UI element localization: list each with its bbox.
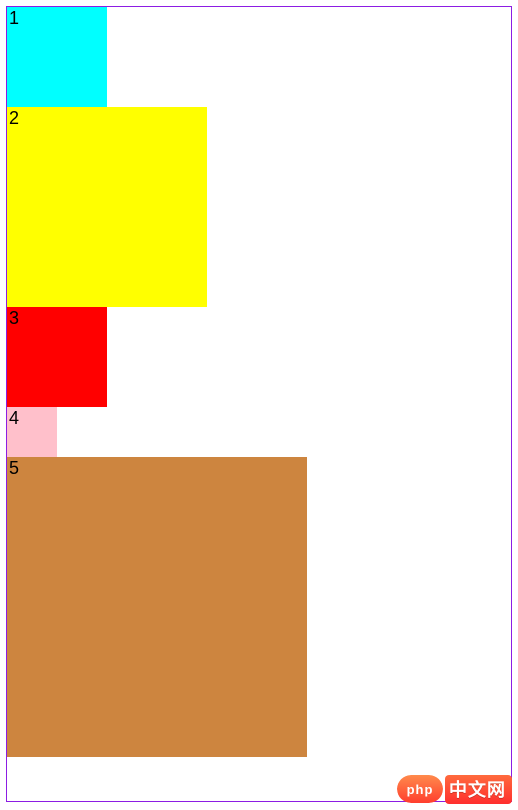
box-3: 3 bbox=[7, 307, 107, 407]
brand-badge-text: php bbox=[407, 782, 434, 797]
box-5: 5 bbox=[7, 457, 307, 757]
outer-frame: 1 2 3 4 5 bbox=[6, 6, 512, 802]
box-4: 4 bbox=[7, 407, 57, 457]
watermark-logo: php 中文网 bbox=[397, 774, 512, 804]
brand-text: 中文网 bbox=[445, 775, 512, 804]
box-2: 2 bbox=[7, 107, 207, 307]
box-1: 1 bbox=[7, 7, 107, 107]
php-badge-icon: php bbox=[397, 775, 443, 803]
